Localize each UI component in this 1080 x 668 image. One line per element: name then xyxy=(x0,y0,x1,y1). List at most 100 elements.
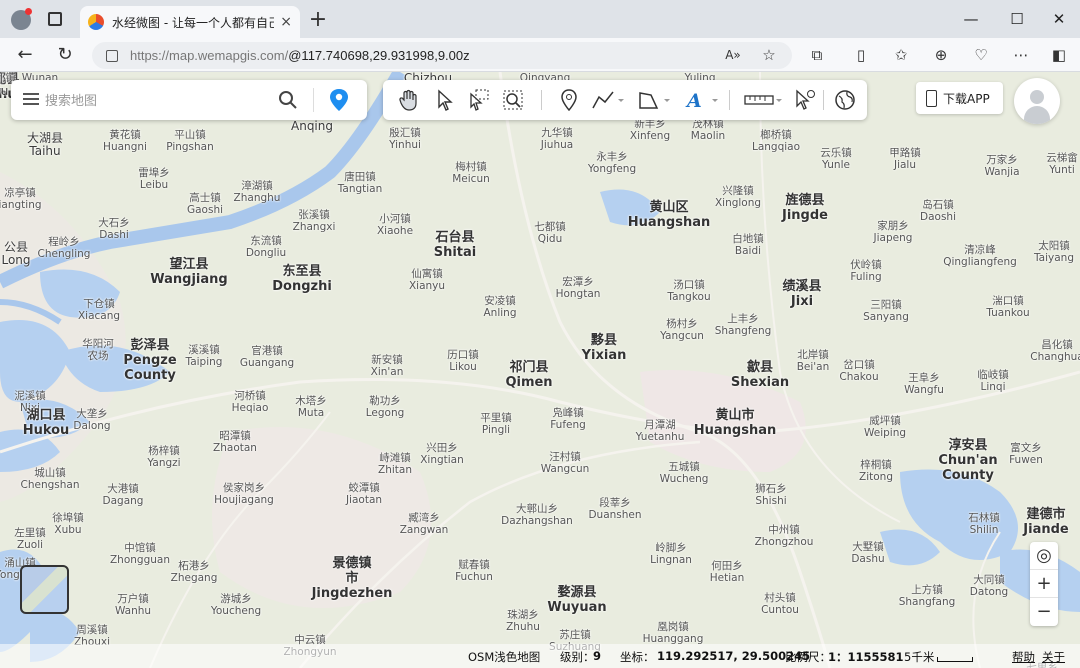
box-select-icon[interactable] xyxy=(467,88,491,112)
map-place-label: 石台县 Shitai xyxy=(433,230,477,260)
map-place-label: 凫峰镇 Fufeng xyxy=(550,407,586,431)
map-place-label: 大同镇 Datong xyxy=(969,574,1009,598)
performance-icon[interactable]: ♡ xyxy=(970,45,992,65)
pan-hand-icon[interactable] xyxy=(397,88,421,112)
map-place-label: 赋春镇 Fuchun xyxy=(455,559,493,583)
map-place-label: 汪村镇 Wangcun xyxy=(540,451,590,475)
zoom-box-icon[interactable] xyxy=(501,88,525,112)
map-place-label: 木塔乡 Muta xyxy=(295,395,327,419)
map-place-label: 都Du xyxy=(0,72,9,98)
map-place-label: 蛟潭镇 Jiaotan xyxy=(345,482,383,506)
zoom-in-button[interactable]: + xyxy=(1030,570,1058,598)
divider xyxy=(823,90,824,110)
map-place-label: 七都镇 Qidu xyxy=(534,221,566,245)
map-place-label: 杨村乡 Yangcun xyxy=(660,318,704,342)
phone-icon xyxy=(926,89,937,107)
tab-close-icon[interactable]: × xyxy=(280,14,292,30)
collections-icon[interactable]: ⊕ xyxy=(930,45,952,65)
browser-tab[interactable]: 水经微图 - 让每一个人都有自己的 × xyxy=(80,6,300,38)
basemap-switcher[interactable] xyxy=(20,565,69,614)
map-place-label: 昌化镇 Changhua xyxy=(1030,339,1080,363)
map-place-label: 大垄乡 Dalong xyxy=(73,408,111,432)
map-place-label: 城山镇 Chengshan xyxy=(20,467,80,491)
tab-bar: 水经微图 - 让每一个人都有自己的 × + — ☐ ✕ xyxy=(0,0,1080,38)
map-place-label: 中馆镇 Zhongguan xyxy=(109,542,171,566)
map-place-label: 黟县 Yixian xyxy=(581,333,627,363)
locate-icon[interactable]: ◎ xyxy=(1030,542,1058,570)
map-place-label: 茂林镇 Maolin xyxy=(690,118,726,142)
search-input[interactable] xyxy=(45,89,265,111)
map-place-label: 历口镇 Likou xyxy=(447,349,479,373)
map-place-label: 何田乡 Hetian xyxy=(709,560,745,584)
select-arrow-icon[interactable] xyxy=(433,88,457,112)
map-place-label: 三阳镇 Sanyang xyxy=(863,299,909,323)
sidebar-icon[interactable]: ◧ xyxy=(1048,45,1070,65)
map-place-label: 梅村镇 Meicun xyxy=(452,161,490,185)
map-place-label: 黄山区 Huangshan xyxy=(627,200,711,230)
map-place-label: 万户镇 Wanhu xyxy=(114,593,152,617)
maximize-button[interactable]: ☐ xyxy=(994,6,1040,32)
map-place-label: 湍口镇 Tuankou xyxy=(986,295,1030,319)
zoom-out-button[interactable]: − xyxy=(1030,598,1058,626)
search-icon[interactable] xyxy=(278,90,298,110)
new-tab-button[interactable]: + xyxy=(306,8,330,32)
map-place-label: Anqing xyxy=(291,119,333,133)
back-icon[interactable]: ← xyxy=(12,43,38,67)
tab-actions-icon[interactable] xyxy=(48,12,62,26)
read-aloud-icon[interactable]: A» xyxy=(722,45,744,65)
svg-text:A: A xyxy=(685,90,702,112)
text-tool-icon[interactable]: A xyxy=(685,88,719,112)
map-place-label: 平里镇 Pingli xyxy=(480,412,512,436)
polygon-tool-icon[interactable] xyxy=(637,88,671,112)
scale-label: 比例尺： xyxy=(785,650,831,664)
about-link[interactable]: 关于 xyxy=(1042,649,1065,665)
map-place-label: 凉亭镇 iangting xyxy=(0,187,42,211)
marker-tool-icon[interactable] xyxy=(557,88,581,112)
globe-icon[interactable] xyxy=(833,88,857,112)
help-link[interactable]: 帮助 xyxy=(1012,649,1035,665)
map-place-label: 湖口县 Hukou xyxy=(22,408,70,438)
url-field[interactable]: https://map.wemapgis.com/@117.740698,29.… xyxy=(92,42,792,69)
identify-cursor-icon[interactable] xyxy=(793,88,817,112)
close-window-button[interactable]: ✕ xyxy=(1036,6,1080,32)
map-place-label: 唐田镇 Tangtian xyxy=(337,171,383,195)
map-place-label: 狮石乡 Shishi xyxy=(755,483,787,507)
map-place-label: 岛石镇 Daoshi xyxy=(920,199,956,223)
more-menu-icon[interactable]: ⋯ xyxy=(1010,45,1032,65)
lock-icon[interactable] xyxy=(106,49,118,62)
map-place-label: 大湖县 Taihu xyxy=(26,131,64,158)
map-place-label: 北岸镇 Bei'an xyxy=(796,349,830,373)
level-label: 级别： xyxy=(560,650,595,664)
favorite-star-icon[interactable]: ☆ xyxy=(758,45,780,65)
map-place-label: 河桥镇 Heqiao xyxy=(231,390,269,414)
map-place-label: 溪溪镇 Taiping xyxy=(185,344,223,368)
map-place-label: 伏岭镇 Fuling xyxy=(850,259,882,283)
extensions-icon[interactable]: ⧉ xyxy=(806,45,828,65)
map-place-label: 淳安县 Chun'an County xyxy=(938,438,998,483)
scale-bar xyxy=(937,657,973,662)
layer-name[interactable]: OSM浅色地图 xyxy=(468,649,540,665)
map-place-label: 婺源县 Wuyuan xyxy=(547,585,607,615)
map-place-label: 峙滩镇 Zhitan xyxy=(378,452,412,476)
map-place-label: 凰岗镇 Huanggang xyxy=(642,621,704,645)
map-place-label: 景德镇市 Jingdezhen xyxy=(311,556,393,601)
download-app-button[interactable]: 下载APP xyxy=(916,82,1003,114)
map-place-label: 村头镇 Cuntou xyxy=(761,592,799,616)
polyline-tool-icon[interactable] xyxy=(591,88,625,112)
user-avatar[interactable] xyxy=(1014,78,1060,124)
map-canvas[interactable]: Chizhou Qingyang Yuling Wunan 大湖县 Taihu 黄花镇 Hua… xyxy=(0,72,1080,668)
address-bar: ← ↻ https://map.wemapgis.com/@117.740698… xyxy=(0,38,1080,72)
location-pin-icon[interactable] xyxy=(329,88,349,112)
map-place-label: 云梯畲 Yunti xyxy=(1046,152,1078,176)
map-place-label: 昭潭镇 Zhaotan xyxy=(213,430,257,454)
favorites-icon[interactable]: ✩ xyxy=(890,45,912,65)
map-place-label: 宏潭乡 Hongtan xyxy=(555,276,601,300)
profile-icon[interactable] xyxy=(11,8,32,30)
map-place-label: 祁门县 Qimen xyxy=(505,360,553,390)
map-place-label: 大港镇 Dagang xyxy=(102,483,144,507)
split-screen-icon[interactable]: ▯ xyxy=(850,45,872,65)
minimize-button[interactable]: — xyxy=(948,6,994,32)
refresh-icon[interactable]: ↻ xyxy=(52,43,78,67)
measure-ruler-icon[interactable] xyxy=(743,88,783,112)
menu-icon[interactable] xyxy=(23,93,39,105)
